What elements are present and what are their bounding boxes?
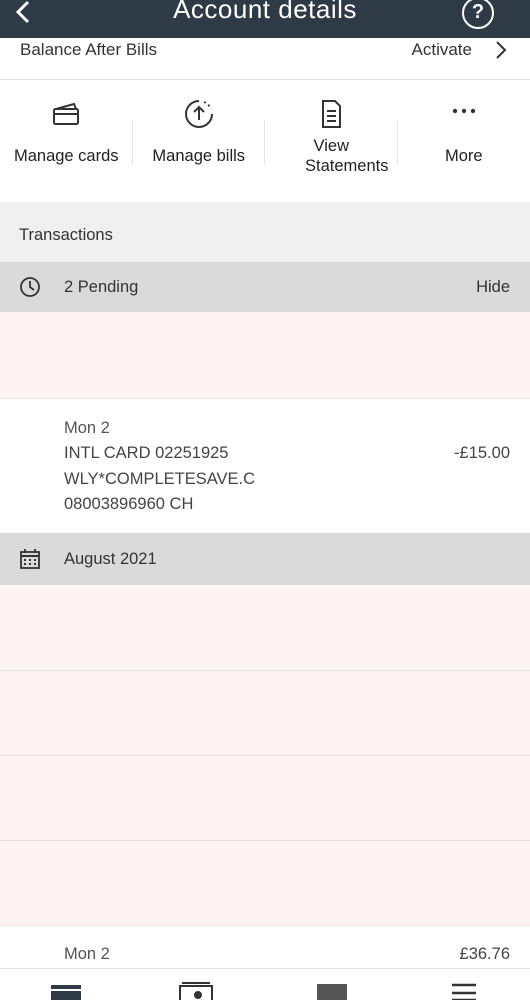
pending-count-label: 2 Pending	[64, 278, 139, 296]
hide-pending-link[interactable]: Hide	[476, 278, 510, 297]
view-statements-label: View Statements	[305, 137, 389, 175]
calendar-icon	[19, 548, 41, 570]
balance-after-bills-label: Balance After Bills	[20, 40, 158, 59]
transactions-title: Transactions	[19, 226, 113, 244]
transaction-description-line: INTL CARD 02251925	[64, 444, 229, 462]
transactions-header: Transactions	[0, 202, 530, 262]
page-title: Account details	[173, 0, 357, 24]
manage-cards-label: Manage cards	[13, 147, 119, 165]
menu-tab-icon[interactable]	[452, 981, 476, 1000]
manage-bills-label: Manage bills	[152, 147, 246, 165]
clock-icon	[19, 276, 41, 298]
row-divider	[0, 755, 530, 756]
card-icon	[50, 98, 82, 130]
transaction-amount: £36.76	[459, 945, 510, 963]
transaction-date: Mon 2	[64, 945, 110, 963]
quick-actions: Manage cards Manage bills View Statement…	[0, 80, 530, 202]
more-button[interactable]: More	[398, 80, 530, 202]
accounts-tab-icon[interactable]	[50, 981, 82, 1000]
chevron-right-icon	[494, 40, 508, 60]
transaction-description-line: WLY*COMPLETESAVE.C	[64, 470, 256, 488]
more-label: More	[444, 147, 483, 165]
balance-after-bills-row[interactable]: Balance After Bills Activate	[0, 38, 530, 80]
pending-group-header[interactable]: 2 Pending Hide	[0, 262, 530, 312]
action-divider	[132, 120, 133, 164]
row-divider	[0, 840, 530, 841]
manage-bills-button[interactable]: Manage bills	[133, 80, 266, 202]
action-divider	[397, 120, 398, 164]
view-statements-button[interactable]: View Statements	[265, 80, 398, 202]
transaction-row[interactable]: Mon 2 INTL CARD 02251925 WLY*COMPLETESAV…	[0, 399, 530, 533]
manage-cards-button[interactable]: Manage cards	[0, 80, 133, 202]
month-label: August 2021	[64, 550, 157, 568]
activate-link[interactable]: Activate	[412, 40, 472, 60]
document-icon	[315, 98, 347, 130]
top-bar: Account details ?	[0, 0, 530, 38]
month-group-header: August 2021	[0, 533, 530, 585]
row-divider	[0, 670, 530, 671]
transaction-row[interactable]: Mon 2 £36.76	[0, 926, 530, 968]
payments-tab-icon[interactable]	[178, 981, 214, 1000]
transaction-date: Mon 2	[64, 419, 110, 437]
messages-tab-icon[interactable]	[316, 981, 348, 1000]
redacted-area	[0, 312, 530, 398]
bills-upload-icon	[183, 98, 215, 130]
action-divider	[264, 120, 265, 164]
transaction-amount: -£15.00	[454, 444, 510, 462]
more-dots-icon	[448, 98, 480, 130]
transaction-description-line: 08003896960 CH	[64, 495, 194, 513]
bottom-tab-bar	[0, 968, 530, 1000]
